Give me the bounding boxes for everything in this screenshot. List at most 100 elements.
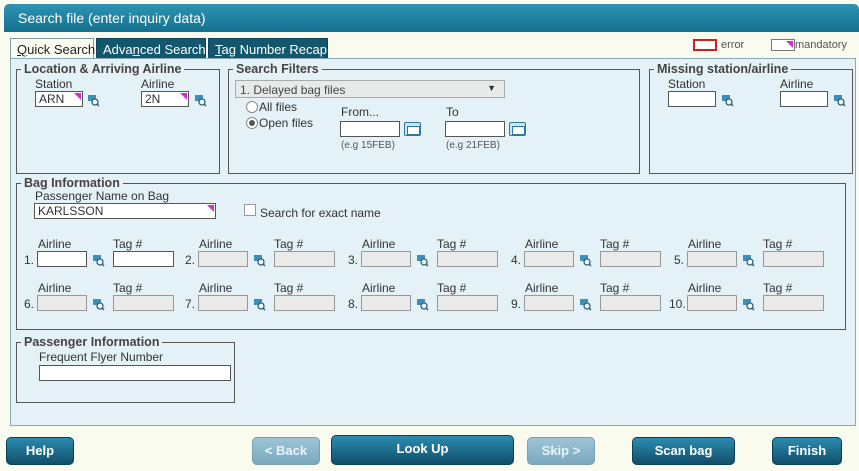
tab-advanced-search-label: Advanced Search xyxy=(103,42,206,57)
window-title: Search file (enter inquiry data) xyxy=(4,4,859,32)
pax-name-value: KARLSSON xyxy=(38,204,104,218)
bag-airline-lookup-icon[interactable] xyxy=(253,254,266,267)
missing-station-input[interactable] xyxy=(668,91,716,107)
bag-airline-input-2[interactable] xyxy=(198,251,248,267)
all-files-radio[interactable] xyxy=(246,101,258,113)
bag-airline-lookup-icon[interactable] xyxy=(253,298,266,311)
mandatory-legend-label: mandatory xyxy=(795,39,847,51)
tab-quick-search-label: Quick Search xyxy=(17,42,96,57)
bag-airline-lookup-icon[interactable] xyxy=(416,298,429,311)
bag-tag-input-1[interactable] xyxy=(113,251,174,267)
bag-airline-lookup-icon[interactable] xyxy=(742,254,755,267)
bag-airline-input-4[interactable] xyxy=(524,251,574,267)
bag-airline-input-8[interactable] xyxy=(361,295,411,311)
bag-airline-label: Airline xyxy=(525,281,559,295)
missing-station-lookup-icon[interactable] xyxy=(721,94,734,107)
search-filters-legend: Search Filters xyxy=(236,62,319,76)
bag-tag-input-9[interactable] xyxy=(600,295,661,311)
bag-tag-input-5[interactable] xyxy=(763,251,824,267)
bag-airline-lookup-icon[interactable] xyxy=(579,254,592,267)
airline-lookup-icon[interactable] xyxy=(194,94,207,107)
station-value: ARN xyxy=(39,92,65,106)
from-calendar-icon[interactable] xyxy=(404,122,421,136)
bag-airline-lookup-icon[interactable] xyxy=(416,254,429,267)
tab-tag-number-recap-label: Tag Number Recap xyxy=(215,42,327,57)
bag-airline-input-1[interactable] xyxy=(37,251,87,267)
bag-tag-label: Tag # xyxy=(274,237,304,251)
back-button[interactable]: < Back xyxy=(252,437,320,465)
to-label: To xyxy=(446,105,459,119)
bag-airline-label: Airline xyxy=(688,281,722,295)
bag-airline-label: Airline xyxy=(199,281,233,295)
bag-tag-input-6[interactable] xyxy=(113,295,174,311)
mandatory-legend-swatch xyxy=(771,39,795,51)
from-label: From... xyxy=(341,105,379,119)
bag-airline-lookup-icon[interactable] xyxy=(92,298,105,311)
bag-tag-label: Tag # xyxy=(274,281,304,295)
airline-input[interactable]: 2N xyxy=(141,91,189,107)
open-files-radio[interactable] xyxy=(246,117,258,129)
file-type-select[interactable]: 1. Delayed bag files ▼ xyxy=(235,80,505,98)
bag-tag-input-2[interactable] xyxy=(274,251,335,267)
bag-airline-input-5[interactable] xyxy=(687,251,737,267)
bag-row-number: 7. xyxy=(185,297,196,311)
scan-bag-button[interactable]: Scan bag xyxy=(632,437,735,465)
to-date-input[interactable] xyxy=(445,121,505,137)
file-type-value: 1. Delayed bag files xyxy=(240,83,346,97)
bag-airline-label: Airline xyxy=(688,237,722,251)
from-hint: (e.g 15FEB) xyxy=(341,140,395,151)
help-button[interactable]: Help xyxy=(6,437,74,465)
ff-number-input[interactable] xyxy=(39,365,231,381)
from-date-input[interactable] xyxy=(340,121,400,137)
ff-label: Frequent Flyer Number xyxy=(39,350,164,364)
bag-row-number: 5. xyxy=(674,253,685,267)
bag-row-number: 3. xyxy=(348,253,359,267)
finish-button[interactable]: Finish xyxy=(772,437,842,465)
missing-airline-input[interactable] xyxy=(780,91,828,107)
bag-tag-label: Tag # xyxy=(437,237,467,251)
airline-value: 2N xyxy=(145,92,161,106)
bag-airline-input-10[interactable] xyxy=(687,295,737,311)
bag-row-number: 4. xyxy=(511,253,522,267)
bag-row-number: 8. xyxy=(348,297,359,311)
tab-tag-number-recap[interactable]: Tag Number Recap xyxy=(208,38,328,59)
missing-airline-label: Airline xyxy=(780,77,814,91)
station-lookup-icon[interactable] xyxy=(87,94,100,107)
bag-airline-lookup-icon[interactable] xyxy=(579,298,592,311)
bag-airline-input-6[interactable] xyxy=(37,295,87,311)
bag-airline-label: Airline xyxy=(362,281,396,295)
bag-airline-lookup-icon[interactable] xyxy=(92,254,105,267)
bag-tag-label: Tag # xyxy=(600,281,630,295)
bag-airline-label: Airline xyxy=(38,281,72,295)
open-files-label: Open files xyxy=(259,116,314,130)
bag-airline-input-7[interactable] xyxy=(198,295,248,311)
bag-airline-lookup-icon[interactable] xyxy=(742,298,755,311)
bag-row-number: 9. xyxy=(511,297,522,311)
missing-airline-lookup-icon[interactable] xyxy=(833,94,846,107)
to-hint: (e.g 21FEB) xyxy=(446,140,500,151)
lookup-button[interactable]: Look Up xyxy=(331,435,514,465)
station-input[interactable]: ARN xyxy=(35,91,83,107)
bag-row-number: 10. xyxy=(669,297,686,311)
to-calendar-icon[interactable] xyxy=(509,122,526,136)
bag-row-number: 1. xyxy=(24,253,35,267)
error-legend-label: error xyxy=(721,39,745,51)
bag-tag-input-10[interactable] xyxy=(763,295,824,311)
tab-advanced-search[interactable]: Advanced Search xyxy=(96,38,206,59)
station-label: Station xyxy=(35,77,73,91)
passenger-info-legend: Passenger Information xyxy=(24,335,160,349)
bag-tag-input-8[interactable] xyxy=(437,295,498,311)
bag-tag-label: Tag # xyxy=(763,281,793,295)
bag-info-legend: Bag Information xyxy=(24,176,120,190)
bag-tag-input-3[interactable] xyxy=(437,251,498,267)
bag-tag-input-4[interactable] xyxy=(600,251,661,267)
bag-airline-input-3[interactable] xyxy=(361,251,411,267)
bag-airline-input-9[interactable] xyxy=(524,295,574,311)
bag-tag-label: Tag # xyxy=(113,281,143,295)
skip-button[interactable]: Skip > xyxy=(527,437,595,465)
pax-name-input[interactable]: KARLSSON xyxy=(34,203,216,219)
bag-tag-input-7[interactable] xyxy=(274,295,335,311)
missing-station-label: Station xyxy=(668,77,706,91)
exact-name-checkbox[interactable] xyxy=(244,204,256,216)
bag-row-number: 2. xyxy=(185,253,196,267)
